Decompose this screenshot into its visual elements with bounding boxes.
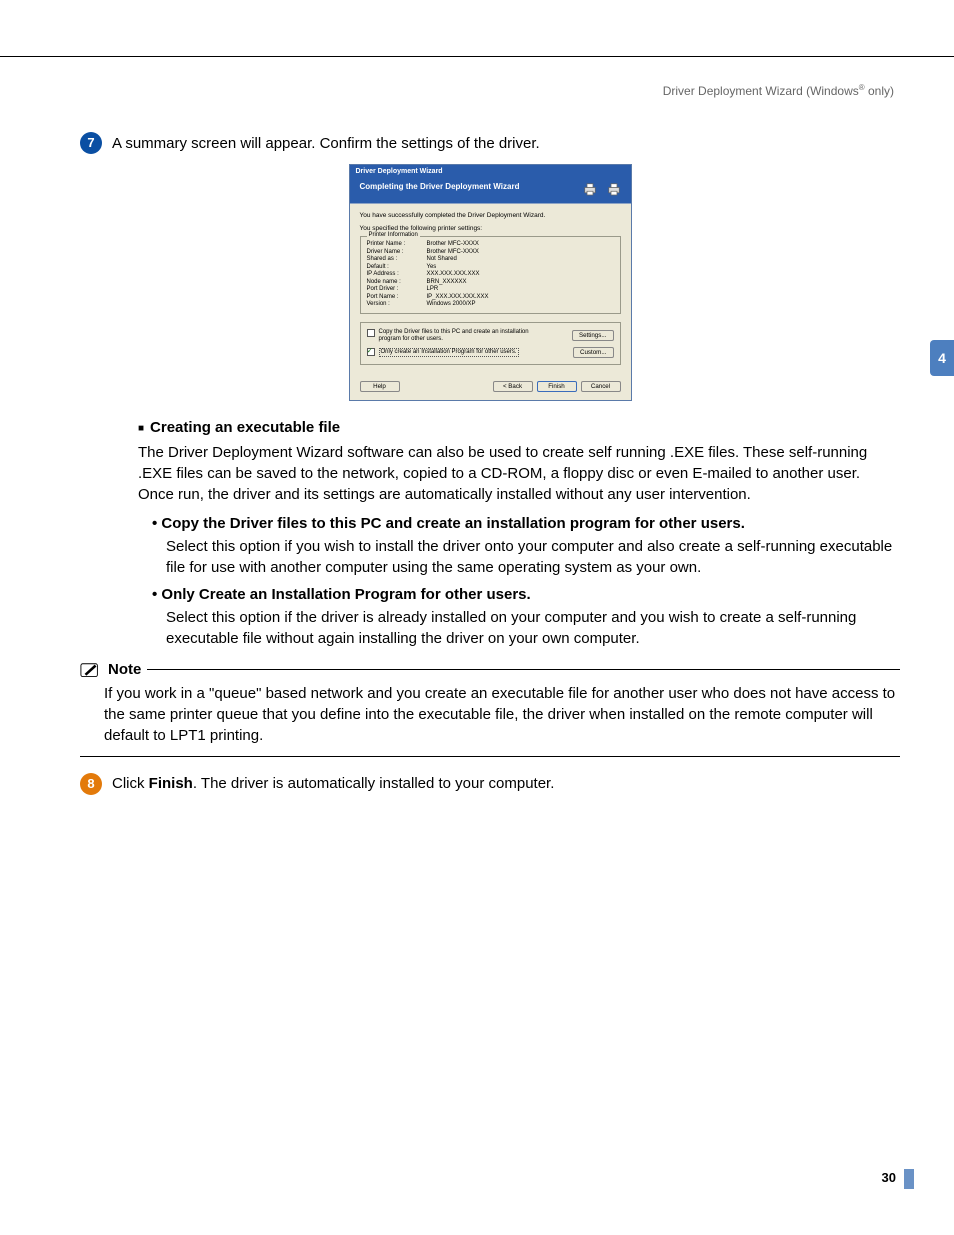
dialog-footer: Help < Back Finish Cancel	[350, 379, 631, 400]
header-post: only)	[865, 84, 894, 98]
info-key: Shared as :	[367, 256, 427, 264]
info-key: Printer Name :	[367, 241, 427, 249]
info-value: LPR	[427, 286, 439, 294]
info-key: Port Name :	[367, 294, 427, 302]
banner-icons	[581, 180, 623, 198]
banner-title: Completing the Driver Deployment Wizard	[360, 182, 520, 191]
printer-icon	[581, 180, 599, 198]
info-legend: Printer Information	[367, 232, 420, 240]
exec-paragraph: The Driver Deployment Wizard software ca…	[138, 442, 900, 505]
step-8-text: Click Finish. The driver is automaticall…	[112, 773, 554, 794]
page-number: 30	[882, 1170, 896, 1185]
sub2-heading: Only Create an Installation Program for …	[152, 586, 900, 603]
info-key: IP Address :	[367, 271, 427, 279]
chapter-tab: 4	[930, 340, 954, 376]
sub1-heading: Copy the Driver files to this PC and cre…	[152, 515, 900, 532]
info-value: Brother MFC-XXXX	[427, 241, 479, 249]
info-value: Yes	[427, 264, 437, 272]
info-value: Not Shared	[427, 256, 457, 264]
note-body: If you work in a "queue" based network a…	[80, 679, 900, 757]
info-value: Brother MFC-XXXX	[427, 249, 479, 257]
wizard-dialog-screenshot: Driver Deployment Wizard Completing the …	[349, 164, 632, 401]
note-label: Note	[108, 661, 141, 678]
dialog-titlebar: Driver Deployment Wizard	[350, 165, 631, 178]
list-item: Copy the Driver files to this PC and cre…	[152, 515, 900, 578]
info-row: Default :Yes	[367, 264, 614, 272]
note-header: Note	[80, 661, 900, 679]
info-row: Node name :BRN_XXXXXX	[367, 279, 614, 287]
step-7-text: A summary screen will appear. Confirm th…	[112, 133, 540, 154]
note-block: Note If you work in a "queue" based netw…	[80, 661, 900, 757]
page-number-bar	[904, 1169, 914, 1189]
sub1-para: Select this option if you wish to instal…	[166, 536, 900, 578]
back-button[interactable]: < Back	[493, 381, 533, 392]
info-row: Driver Name :Brother MFC-XXXX	[367, 249, 614, 257]
info-row: Version :Windows 2000/XP	[367, 301, 614, 309]
header-pre: Driver Deployment Wizard (Windows	[663, 84, 859, 98]
copy-label: Copy the Driver files to this PC and cre…	[379, 329, 547, 343]
options-box: Copy the Driver files to this PC and cre…	[360, 322, 621, 365]
dialog-success-msg: You have successfully completed the Driv…	[360, 212, 621, 219]
option-copy-row: Copy the Driver files to this PC and cre…	[367, 329, 614, 343]
info-row: Port Name :IP_XXX.XXX.XXX.XXX	[367, 294, 614, 302]
sub2-para: Select this option if the driver is alre…	[166, 607, 900, 649]
only-checkbox[interactable]	[367, 348, 375, 356]
step-7-line: 7 A summary screen will appear. Confirm …	[80, 132, 900, 154]
info-key: Node name :	[367, 279, 427, 287]
step-8-line: 8 Click Finish. The driver is automatica…	[80, 773, 900, 795]
page-content: 7 A summary screen will appear. Confirm …	[80, 132, 900, 805]
option-only-row: Only create an Installation Program for …	[367, 347, 614, 358]
info-key: Driver Name :	[367, 249, 427, 257]
step-8-badge: 8	[80, 773, 102, 795]
custom-button[interactable]: Custom...	[573, 347, 613, 358]
option-list: Copy the Driver files to this PC and cre…	[152, 515, 900, 649]
printer-info-box: Printer Information Printer Name :Brothe…	[360, 236, 621, 314]
step8-bold: Finish	[149, 775, 193, 792]
dialog-body: You have successfully completed the Driv…	[350, 204, 631, 379]
exec-section: Creating an executable file The Driver D…	[138, 419, 900, 649]
settings-button[interactable]: Settings...	[572, 330, 614, 341]
info-row: IP Address :XXX.XXX.XXX.XXX	[367, 271, 614, 279]
running-header: Driver Deployment Wizard (Windows® only)	[663, 83, 894, 98]
top-separator	[0, 56, 954, 57]
dialog-settings-msg: You specified the following printer sett…	[360, 225, 621, 232]
info-value: XXX.XXX.XXX.XXX	[427, 271, 480, 279]
printer-icon	[605, 180, 623, 198]
info-key: Default :	[367, 264, 427, 272]
info-key: Version :	[367, 301, 427, 309]
pencil-note-icon	[80, 661, 102, 679]
info-value: BRN_XXXXXX	[427, 279, 467, 287]
list-item: Only Create an Installation Program for …	[152, 586, 900, 649]
step8-post: . The driver is automatically installed …	[193, 775, 555, 792]
finish-button[interactable]: Finish	[537, 381, 577, 392]
step8-pre: Click	[112, 775, 149, 792]
step-7-badge: 7	[80, 132, 102, 154]
only-label: Only create an Installation Program for …	[379, 348, 519, 357]
info-value: Windows 2000/XP	[427, 301, 476, 309]
exec-heading: Creating an executable file	[138, 419, 900, 436]
help-button[interactable]: Help	[360, 381, 400, 392]
cancel-button[interactable]: Cancel	[581, 381, 621, 392]
info-key: Port Driver :	[367, 286, 427, 294]
info-row: Shared as :Not Shared	[367, 256, 614, 264]
note-rule	[147, 669, 900, 670]
dialog-banner: Completing the Driver Deployment Wizard	[350, 178, 631, 204]
copy-checkbox[interactable]	[367, 329, 375, 337]
info-row: Printer Name :Brother MFC-XXXX	[367, 241, 614, 249]
info-row: Port Driver :LPR	[367, 286, 614, 294]
info-value: IP_XXX.XXX.XXX.XXX	[427, 294, 489, 302]
